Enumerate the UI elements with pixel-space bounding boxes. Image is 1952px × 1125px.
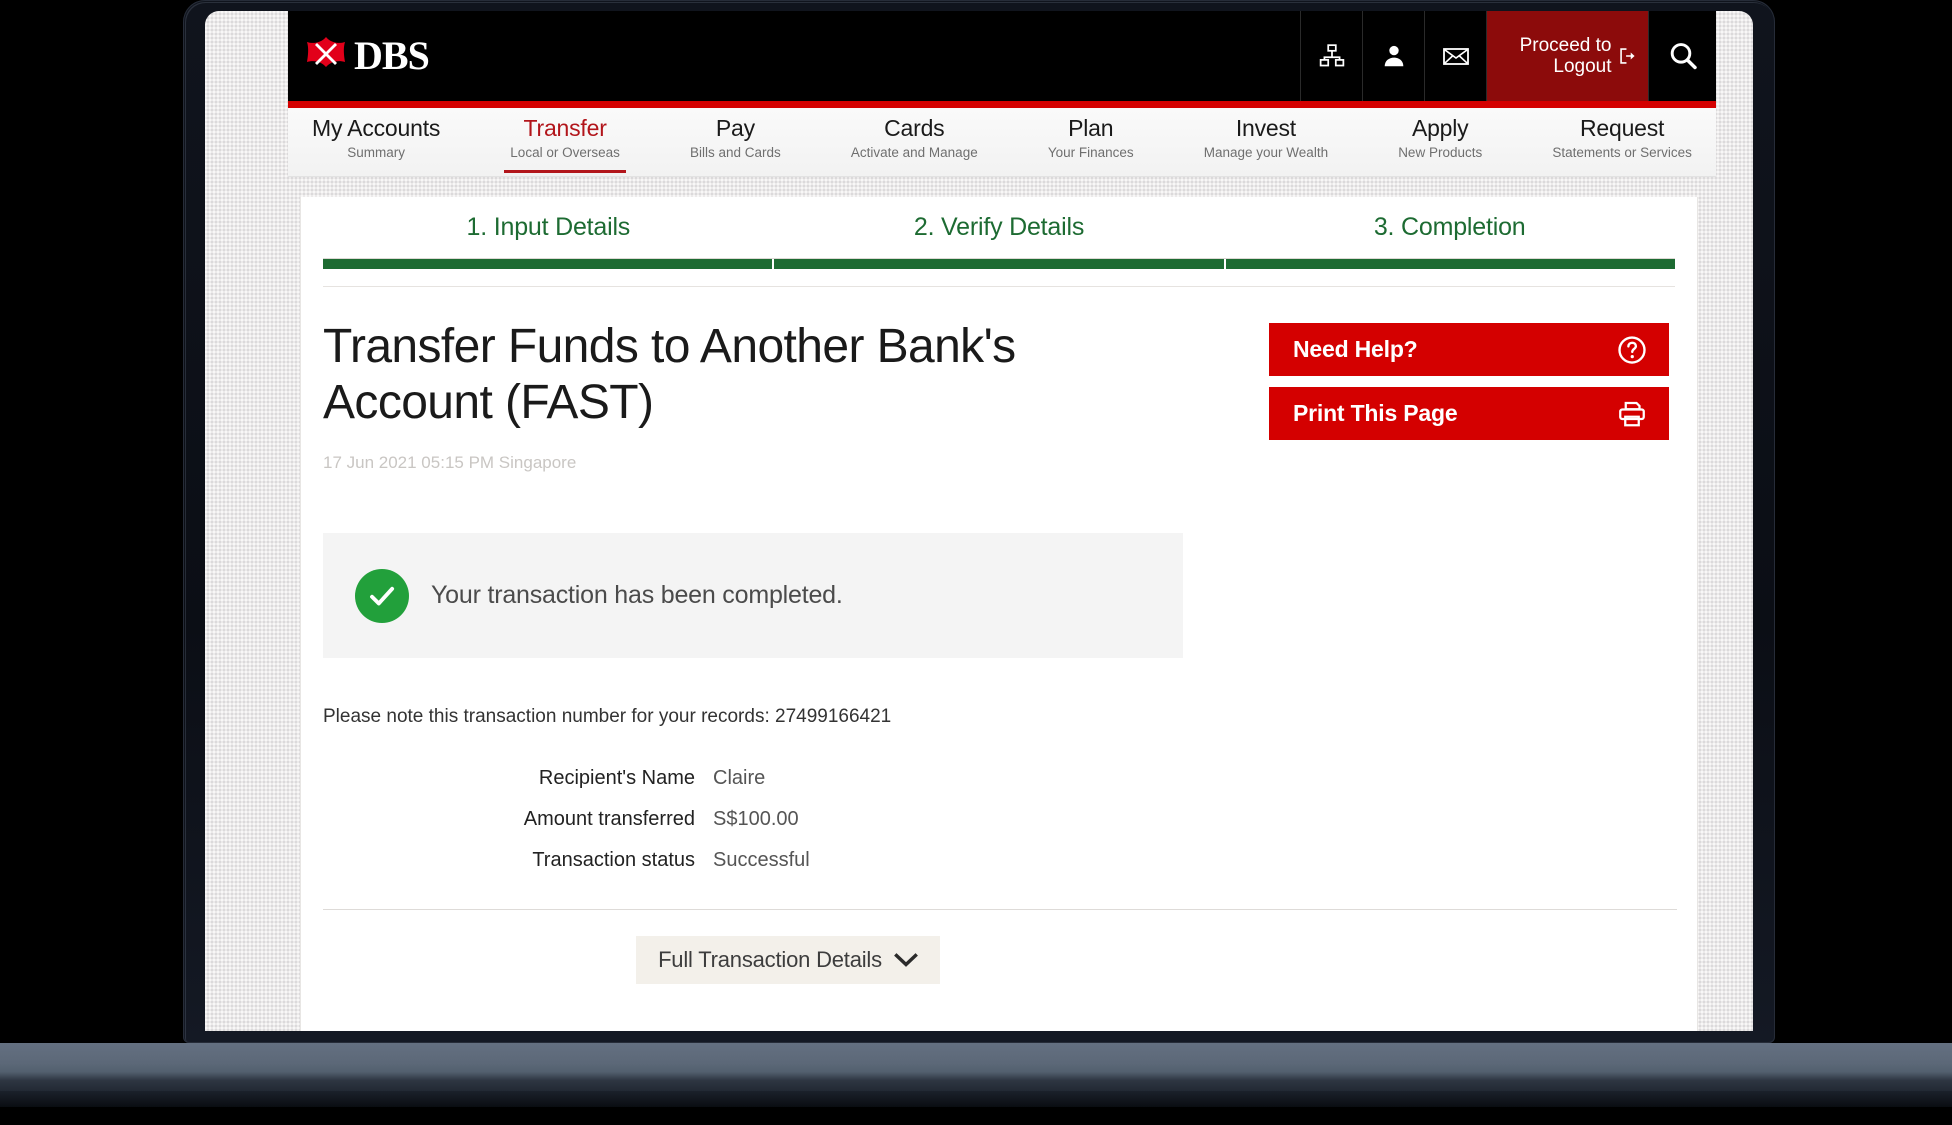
need-help-label: Need Help? — [1293, 336, 1418, 362]
proceed-to-logout-button[interactable]: Proceed to Logout — [1486, 11, 1648, 101]
print-page-label: Print This Page — [1293, 400, 1458, 426]
search-button[interactable] — [1648, 11, 1716, 101]
transaction-number-note: Please note this transaction number for … — [323, 706, 892, 728]
nav-title: Request — [1579, 115, 1665, 141]
nav-item-invest[interactable]: Invest Manage your Wealth — [1198, 115, 1334, 173]
table-row: Amount transferred S$100.00 — [323, 799, 810, 840]
header-actions: Proceed to Logout — [1300, 11, 1716, 101]
search-icon — [1670, 43, 1697, 70]
check-circle-icon — [355, 568, 409, 623]
step-progress-segment — [323, 259, 775, 269]
browser-page: DBS Proceed to Logout My Accounts Summar… — [288, 11, 1716, 1031]
table-row: Recipient's Name Claire — [323, 758, 810, 799]
nav-subtitle: Activate and Manage — [850, 144, 978, 160]
printer-icon — [1619, 401, 1645, 426]
nav-item-apply[interactable]: Apply New Products — [1392, 115, 1488, 173]
nav-subtitle: Manage your Wealth — [1203, 144, 1329, 160]
chevron-down-icon — [894, 952, 918, 967]
step-verify-details[interactable]: 2. Verify Details — [774, 213, 1225, 258]
success-alert: Your transaction has been completed. — [323, 533, 1183, 659]
envelope-icon-button[interactable] — [1424, 11, 1486, 101]
nav-subtitle: Bills and Cards — [689, 144, 781, 160]
step-progress-track — [323, 258, 1675, 269]
envelope-icon — [1442, 48, 1469, 65]
side-column: Need Help? Print This Page — [1269, 319, 1669, 984]
step-input-details[interactable]: 1. Input Details — [323, 213, 774, 258]
dbs-diamond-logo-icon — [307, 37, 345, 67]
nav-item-pay[interactable]: Pay Bills and Cards — [684, 115, 787, 173]
laptop-screen-frame: DBS Proceed to Logout My Accounts Summar… — [205, 11, 1753, 1031]
transaction-details-table: Recipient's Name Claire Amount transferr… — [323, 758, 810, 881]
sitemap-icon — [1319, 44, 1344, 67]
content-card: 1. Input Details 2. Verify Details 3. Co… — [300, 197, 1698, 1031]
step-label: 2. Verify Details — [913, 213, 1085, 241]
full-details-wrap: Full Transaction Details — [323, 936, 1253, 985]
full-transaction-details-toggle[interactable]: Full Transaction Details — [636, 936, 940, 985]
print-this-page-button[interactable]: Print This Page — [1269, 387, 1669, 440]
logout-arrow-icon — [1619, 48, 1635, 64]
nav-subtitle: Local or Overseas — [510, 144, 620, 160]
nav-item-cards[interactable]: Cards Activate and Manage — [845, 115, 984, 173]
nav-title: Invest — [1235, 115, 1296, 141]
page-title: Transfer Funds to Another Bank's Account… — [323, 320, 1016, 430]
detail-value: S$100.00 — [713, 808, 799, 831]
nav-item-request[interactable]: Request Statements or Services — [1546, 115, 1698, 173]
nav-title: Pay — [715, 115, 755, 141]
nav-title: Apply — [1411, 115, 1469, 141]
detail-value: Successful — [713, 849, 810, 872]
step-completion[interactable]: 3. Completion — [1224, 213, 1675, 258]
step-label: 1. Input Details — [466, 213, 631, 241]
main-navigation: My Accounts Summary Transfer Local or Ov… — [288, 108, 1716, 177]
header-red-stripe — [288, 101, 1716, 108]
card-body: Transfer Funds to Another Bank's Account… — [301, 287, 1697, 985]
detail-label: Amount transferred — [523, 808, 695, 831]
step-progress-segment — [1225, 259, 1675, 269]
step-label: 3. Completion — [1373, 213, 1526, 241]
nav-subtitle: New Products — [1398, 144, 1483, 160]
detail-label: Recipient's Name — [538, 767, 695, 790]
detail-label: Transaction status — [532, 849, 695, 872]
person-icon-button[interactable] — [1362, 11, 1424, 101]
site-header: DBS Proceed to Logout — [288, 11, 1716, 101]
nav-title: My Accounts — [312, 115, 441, 141]
main-column: Transfer Funds to Another Bank's Account… — [323, 319, 1677, 985]
step-progress-segment — [774, 259, 1226, 269]
nav-subtitle: Your Finances — [1047, 144, 1134, 160]
page-timestamp: 17 Jun 2021 05:15 PM Singapore — [323, 453, 577, 473]
table-row: Transaction status Successful — [323, 840, 810, 881]
nav-item-transfer[interactable]: Transfer Local or Overseas — [504, 115, 626, 173]
dbs-wordmark: DBS — [354, 33, 430, 78]
person-icon — [1384, 45, 1403, 67]
sitemap-icon-button[interactable] — [1300, 11, 1362, 101]
step-labels-row: 1. Input Details 2. Verify Details 3. Co… — [323, 213, 1675, 258]
nav-subtitle: Summary — [347, 144, 405, 160]
step-indicator: 1. Input Details 2. Verify Details 3. Co… — [301, 197, 1697, 287]
laptop-mockup: DBS Proceed to Logout My Accounts Summar… — [0, 0, 1952, 1125]
nav-title: Transfer — [523, 115, 607, 141]
success-message: Your transaction has been completed. — [431, 581, 843, 610]
check-icon — [370, 586, 395, 606]
nav-item-my-accounts[interactable]: My Accounts Summary — [306, 115, 446, 173]
laptop-base — [0, 1043, 1952, 1091]
nav-title: Cards — [884, 115, 945, 141]
nav-title: Plan — [1068, 115, 1114, 141]
nav-subtitle: Statements or Services — [1552, 144, 1692, 160]
nav-item-plan[interactable]: Plan Your Finances — [1042, 115, 1140, 173]
laptop-base-shadow — [0, 1091, 1952, 1107]
need-help-button[interactable]: Need Help? — [1269, 323, 1669, 376]
detail-value: Claire — [713, 767, 766, 790]
dbs-logo[interactable]: DBS — [306, 33, 430, 78]
logout-label: Proceed to Logout — [1519, 34, 1612, 77]
question-circle-icon — [1618, 335, 1646, 364]
full-details-label: Full Transaction Details — [658, 947, 882, 973]
